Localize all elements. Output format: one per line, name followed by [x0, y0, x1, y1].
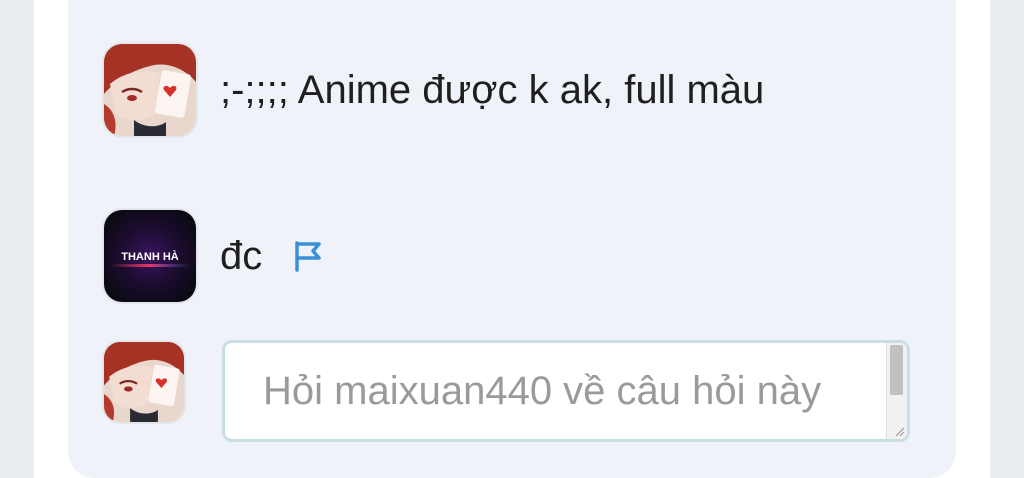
reply-input-container: [222, 340, 910, 442]
resize-grip-icon[interactable]: [893, 425, 905, 437]
anime-character-avatar-icon: [104, 342, 184, 422]
reply-input[interactable]: [225, 343, 885, 439]
avatar-logo-text: THANH HÀ: [121, 250, 178, 263]
anime-character-avatar-icon[interactable]: [104, 44, 196, 136]
scrollbar-thumb[interactable]: [890, 345, 903, 395]
comment-text: đc: [220, 234, 263, 278]
comment-item: ;-;;;; Anime được k ak, full màu: [104, 44, 764, 136]
thanh-ha-logo-avatar-icon[interactable]: THANH HÀ: [104, 210, 196, 302]
report-flag-icon[interactable]: [290, 239, 324, 273]
comment-item: THANH HÀ đc: [104, 210, 324, 302]
reply-avatar-wrap: [104, 342, 184, 422]
comment-text: ;-;;;; Anime được k ak, full màu: [220, 68, 765, 112]
